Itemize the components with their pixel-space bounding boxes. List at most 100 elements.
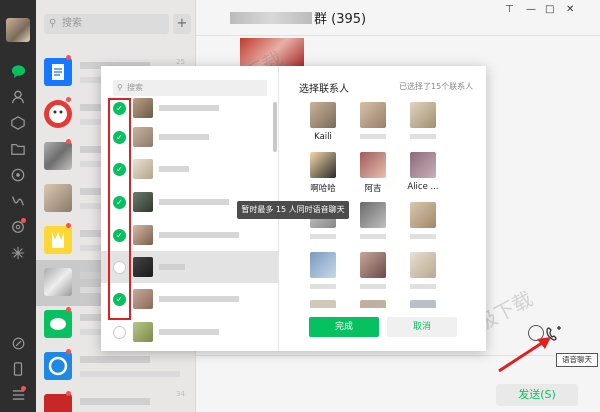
annotation-arrow [498, 337, 551, 373]
avatar [133, 98, 153, 118]
selected-contact[interactable] [310, 300, 336, 308]
contact-name-blurred [410, 134, 436, 139]
avatar [133, 159, 153, 179]
contact-name-blurred [410, 234, 436, 239]
list-item[interactable] [36, 386, 196, 412]
select-contacts-title: 选择联系人 [299, 84, 349, 95]
chat-title: 群 (395) [314, 12, 367, 27]
selected-contact[interactable] [360, 300, 386, 308]
pin-icon[interactable]: ⊤ [505, 4, 514, 15]
avatar [310, 102, 336, 128]
contact-name: Kaili [314, 132, 332, 142]
avatar [310, 252, 336, 278]
avatar [410, 152, 436, 178]
avatar [360, 152, 386, 178]
contacts-icon[interactable] [9, 88, 27, 106]
notification-dot [21, 386, 26, 391]
list-item-time: 25 [176, 58, 185, 66]
phone-icon[interactable] [9, 334, 27, 352]
avatar [410, 202, 436, 228]
maximize-icon[interactable]: □ [545, 4, 554, 15]
folder-icon[interactable] [9, 140, 27, 158]
selected-contact[interactable] [410, 300, 436, 308]
unread-badge [66, 223, 71, 228]
search-icon: ⚲ [49, 18, 57, 29]
avatar [133, 192, 153, 212]
list-item-icon [44, 142, 72, 170]
limit-tooltip: 暂时最多 15 人同时语音聊天 [237, 201, 349, 219]
contact-name: 阿吉 [364, 184, 382, 194]
selected-contact[interactable] [360, 102, 386, 139]
search-feature-icon[interactable] [9, 244, 27, 262]
unread-badge [66, 391, 71, 396]
moments-icon[interactable] [9, 166, 27, 184]
avatar [410, 102, 436, 128]
list-item-time: 34 [176, 390, 185, 398]
unread-badge [66, 55, 71, 60]
contact-name-blurred [159, 329, 219, 335]
unread-badge [66, 97, 71, 102]
avatar [133, 322, 153, 342]
contact-row[interactable] [101, 316, 279, 348]
avatar [360, 102, 386, 128]
contact-name: Alice ... [407, 182, 439, 192]
done-button[interactable]: 完成 [309, 317, 379, 337]
contact-name-blurred [310, 284, 336, 289]
selected-contact[interactable]: Alice ... [407, 152, 439, 192]
search-input[interactable]: ⚲ 搜索 [44, 14, 169, 34]
avatar [360, 300, 386, 308]
selected-contact[interactable] [410, 102, 436, 139]
contact-name-blurred [159, 199, 229, 205]
cancel-button[interactable]: 取消 [387, 317, 457, 337]
avatar [133, 225, 153, 245]
selected-contact[interactable] [360, 252, 386, 289]
favorites-icon[interactable] [9, 114, 27, 132]
selected-contact[interactable] [410, 202, 436, 239]
contact-name-blurred [159, 166, 189, 172]
close-icon[interactable]: ✕ [566, 4, 574, 15]
contact-name-blurred [159, 232, 239, 238]
checkbox-unchecked[interactable] [113, 326, 126, 339]
mini-program-icon[interactable] [9, 218, 27, 236]
contact-name-blurred [159, 134, 209, 140]
avatar [410, 252, 436, 278]
list-item-icon [44, 310, 72, 338]
selected-contact[interactable] [360, 202, 386, 239]
menu-icon[interactable] [9, 386, 27, 404]
nav-sidebar [0, 0, 36, 412]
list-item-preview [80, 371, 180, 377]
send-button[interactable]: 发送(S) [496, 384, 578, 406]
voice-chat-tooltip: 语音聊天 [556, 353, 598, 367]
list-item-icon [44, 268, 72, 296]
unread-badge [66, 349, 71, 354]
contact-name-blurred [310, 234, 336, 239]
selected-contact[interactable] [410, 252, 436, 289]
avatar [310, 152, 336, 178]
contact-name-blurred [360, 284, 386, 289]
avatar [133, 289, 153, 309]
selected-contact[interactable]: 啊哈哈 [310, 152, 336, 194]
group-name-blurred [230, 12, 312, 24]
avatar [360, 252, 386, 278]
mobile-icon[interactable] [9, 360, 27, 378]
contact-name-blurred [360, 234, 386, 239]
selected-count: 已选择了15个联系人 [399, 82, 474, 91]
avatar [360, 202, 386, 228]
selected-contact[interactable] [310, 252, 336, 289]
contact-name-blurred [410, 284, 436, 289]
contact-name-blurred [159, 296, 239, 302]
selected-contact[interactable]: Kaili [310, 102, 336, 142]
list-item-icon [44, 394, 72, 412]
channels-icon[interactable] [9, 192, 27, 210]
add-button[interactable]: + [173, 14, 191, 34]
selected-contact[interactable]: 阿吉 [360, 152, 386, 194]
chat-icon[interactable] [9, 62, 27, 80]
list-item-icon [44, 58, 72, 86]
list-item-name [80, 398, 150, 405]
avatar[interactable] [6, 18, 30, 42]
minimize-icon[interactable]: — [526, 4, 536, 15]
contact-name: 啊哈哈 [310, 184, 336, 194]
list-item-icon [44, 352, 72, 380]
list-item-icon [44, 100, 72, 128]
list-item-icon [44, 184, 72, 212]
